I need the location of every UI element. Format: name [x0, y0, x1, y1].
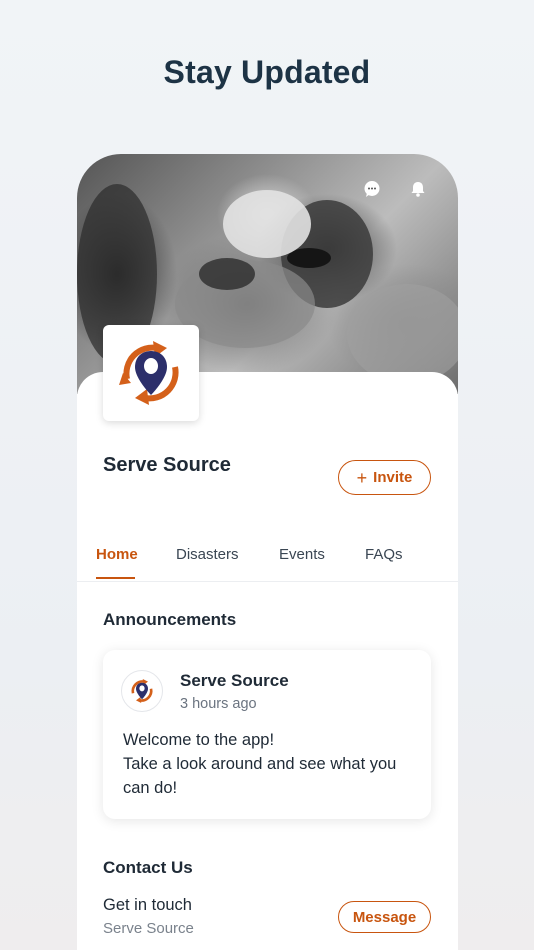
invite-label: Invite — [373, 469, 413, 486]
chat-bubble-icon[interactable] — [363, 180, 383, 200]
org-logo — [103, 325, 199, 421]
author-avatar — [121, 670, 163, 712]
post-timestamp: 3 hours ago — [180, 696, 257, 712]
bell-icon[interactable] — [409, 180, 429, 200]
tab-faqs[interactable]: FAQs — [365, 546, 403, 563]
tab-disasters[interactable]: Disasters — [176, 546, 239, 563]
active-tab-indicator — [96, 577, 135, 579]
post-author: Serve Source — [180, 671, 289, 690]
post-line-1: Welcome to the app! — [123, 731, 275, 749]
plus-icon: + — [356, 467, 368, 488]
page-headline: Stay Updated — [163, 54, 371, 90]
contact-heading: Contact Us — [103, 858, 193, 877]
tab-events[interactable]: Events — [279, 546, 325, 563]
contact-line: Get in touch — [103, 896, 192, 914]
announcement-card[interactable]: Serve Source 3 hours ago Welcome to the … — [103, 650, 431, 819]
serve-source-logo — [119, 341, 179, 405]
post-line-2: Take a look around and see what you can … — [123, 755, 397, 797]
invite-button[interactable]: + Invite — [338, 460, 431, 495]
message-button[interactable]: Message — [338, 901, 431, 933]
contact-subtext: Serve Source — [103, 920, 194, 937]
serve-source-logo-small — [131, 679, 153, 703]
phone-frame: Serve Source + Invite Home Disasters Eve… — [77, 154, 458, 950]
post-body: Welcome to the app! Take a look around a… — [123, 728, 423, 800]
announcements-heading: Announcements — [103, 610, 237, 629]
tab-home[interactable]: Home — [96, 546, 138, 563]
org-name: Serve Source — [103, 454, 231, 476]
tab-bar: Home Disasters Events FAQs — [77, 542, 458, 582]
